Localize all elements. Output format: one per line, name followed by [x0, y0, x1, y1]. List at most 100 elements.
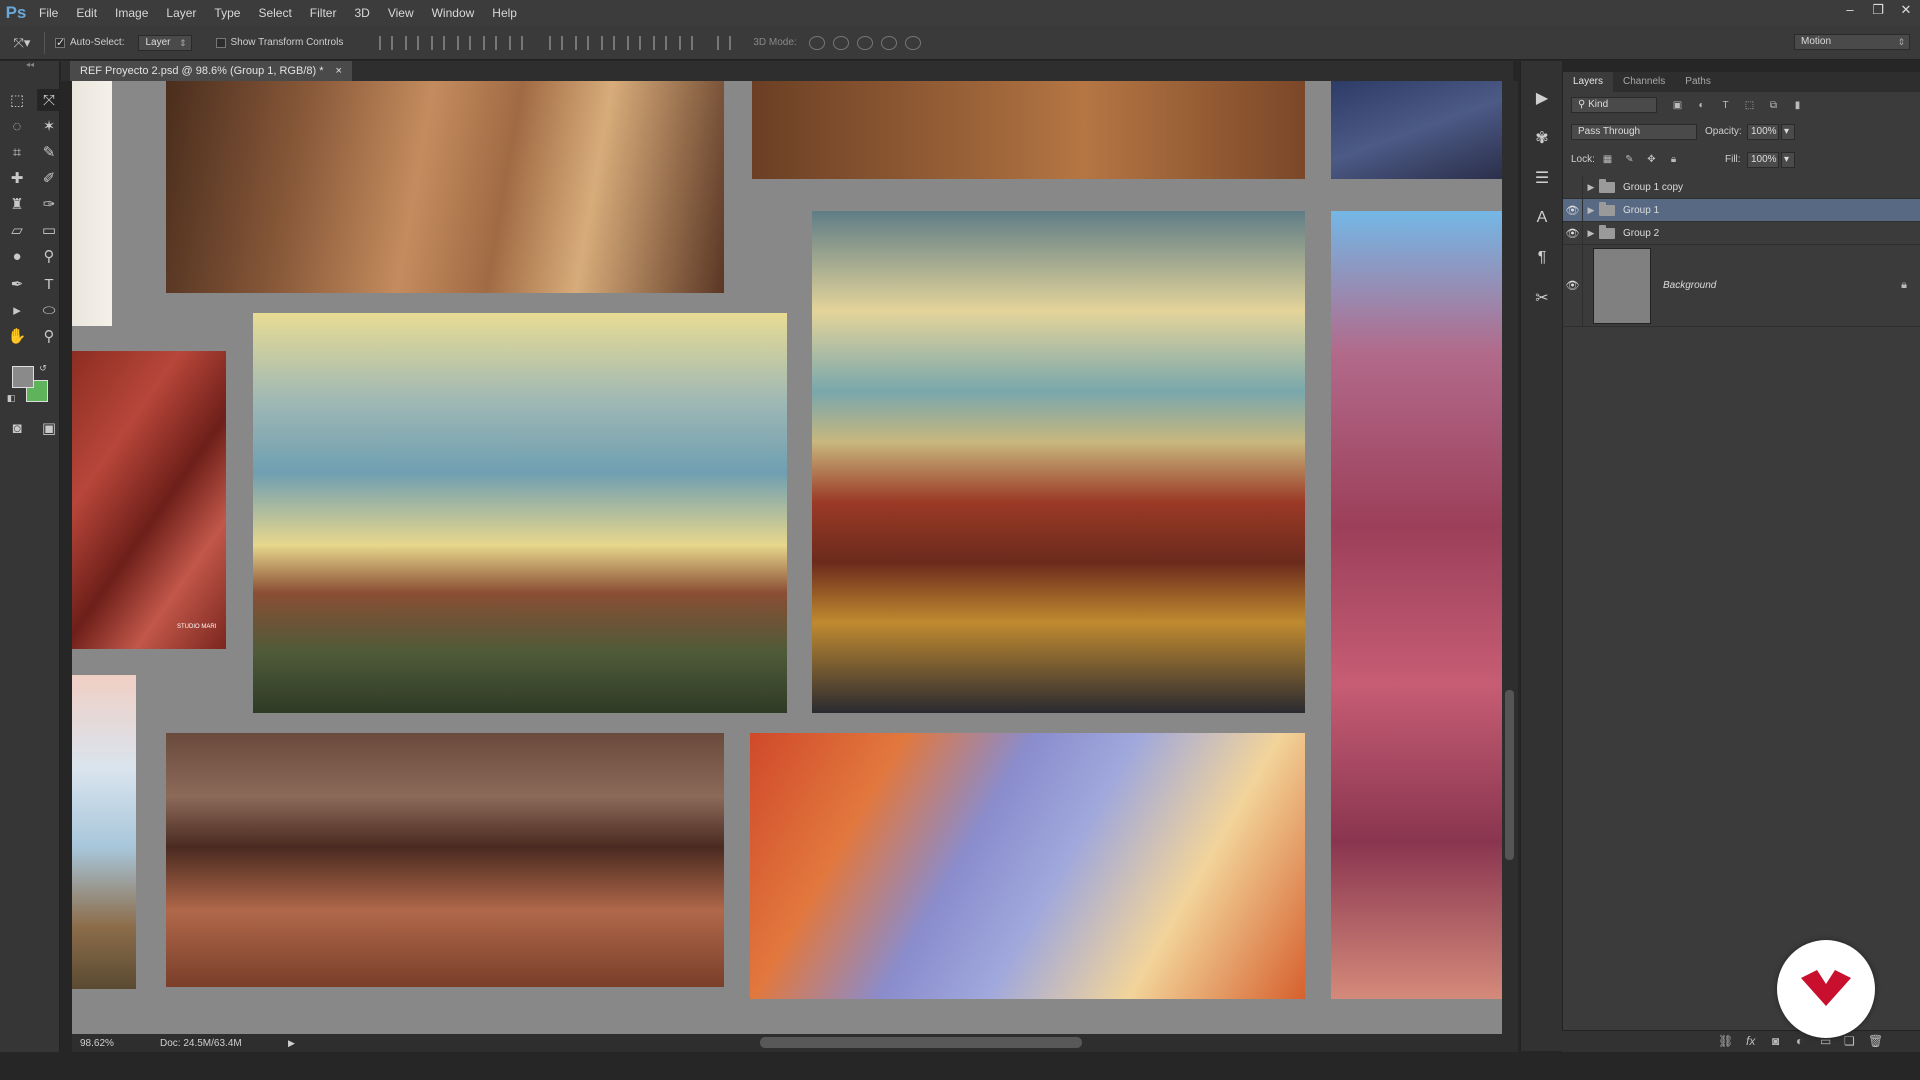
gradient-tool-icon[interactable]: ▭	[37, 219, 61, 241]
vertical-scroll-thumb[interactable]	[1505, 690, 1514, 860]
align-left-icon[interactable]	[457, 35, 472, 50]
auto-align-icon[interactable]	[717, 35, 732, 50]
menu-file[interactable]: File	[30, 0, 67, 26]
expand-arrow-icon[interactable]: ▶	[1583, 228, 1599, 239]
foreground-color-swatch-top[interactable]	[12, 366, 34, 388]
fill-stepper-icon[interactable]: ▾	[1781, 152, 1795, 168]
distribute-bottom-icon[interactable]	[601, 35, 616, 50]
crop-tool-icon[interactable]: ⌗	[5, 141, 29, 163]
align-hcenter-icon[interactable]	[483, 35, 498, 50]
tab-channels[interactable]: Channels	[1613, 72, 1675, 92]
brush-tool-icon[interactable]: ✐	[37, 167, 61, 189]
lasso-tool-icon[interactable]: ◌	[5, 115, 29, 137]
layer-filter-dropdown[interactable]: ⚲ Kind	[1571, 97, 1657, 113]
lock-position-icon[interactable]: ✥	[1645, 153, 1658, 166]
close-document-icon[interactable]: ×	[336, 61, 342, 81]
tab-paths[interactable]: Paths	[1675, 72, 1721, 92]
swap-colors-icon[interactable]: ↺	[36, 361, 50, 375]
align-vcenter-icon[interactable]	[405, 35, 420, 50]
eye-icon[interactable]: 👁︎	[1563, 244, 1583, 327]
filter-pixel-icon[interactable]: ▣	[1671, 99, 1684, 112]
align-top-icon[interactable]	[379, 35, 394, 50]
restore-button[interactable]: ❐	[1864, 0, 1892, 22]
menu-type[interactable]: Type	[205, 0, 249, 26]
canvas-area[interactable]: STUDIO MARI	[72, 81, 1502, 1034]
screen-mode-icon[interactable]: ▣	[37, 417, 61, 439]
tab-layers[interactable]: Layers	[1563, 72, 1614, 92]
eyedropper-icon[interactable]: ✎	[37, 141, 61, 163]
lock-all-icon[interactable]: 🔒︎	[1667, 153, 1680, 166]
hand-tool-icon[interactable]: ✋	[5, 325, 29, 347]
eye-icon[interactable]: 👁︎	[1563, 198, 1583, 222]
3d-roll-icon[interactable]	[832, 35, 849, 50]
distribute-vcenter-icon[interactable]	[575, 35, 590, 50]
horizontal-scroll-thumb[interactable]	[760, 1037, 1082, 1048]
close-window-button[interactable]: ✕	[1892, 0, 1920, 22]
healing-brush-icon[interactable]: ✚	[5, 167, 29, 189]
eraser-tool-icon[interactable]: ▱	[5, 219, 29, 241]
menu-help[interactable]: Help	[483, 0, 526, 26]
type-tool-icon[interactable]: T	[37, 273, 61, 295]
expand-arrow-icon[interactable]: ▶	[1583, 205, 1599, 216]
marquee-tool-icon[interactable]: ⬚	[5, 89, 29, 111]
minimize-button[interactable]: –	[1836, 0, 1864, 22]
blend-mode-dropdown[interactable]: Pass Through	[1571, 124, 1697, 140]
vertical-scrollbar[interactable]	[1502, 81, 1518, 1034]
align-right-icon[interactable]	[509, 35, 524, 50]
default-colors-icon[interactable]: ◧	[4, 391, 18, 405]
visibility-toggle-off[interactable]	[1563, 175, 1583, 199]
opacity-input[interactable]: 100%	[1747, 124, 1779, 140]
history-brush-icon[interactable]: ✑	[37, 193, 61, 215]
menu-layer[interactable]: Layer	[157, 0, 205, 26]
fill-input[interactable]: 100%	[1747, 152, 1779, 168]
filter-type-icon[interactable]: T	[1719, 99, 1732, 112]
play-icon[interactable]: ▶	[1529, 85, 1555, 111]
brush-presets-icon[interactable]: ✾	[1529, 125, 1555, 151]
filter-smart-object-icon[interactable]: ⧉	[1767, 99, 1780, 112]
opacity-stepper-icon[interactable]: ▾	[1781, 124, 1795, 140]
move-tool-preset-icon[interactable]: ⤧▾	[0, 35, 44, 51]
clone-stamp-icon[interactable]: ♜	[5, 193, 29, 215]
path-selection-icon[interactable]: ▸	[5, 299, 29, 321]
auto-select-checkbox[interactable]	[55, 36, 65, 49]
move-tool-icon[interactable]: ⤧	[37, 89, 61, 111]
quick-mask-icon[interactable]: ◙	[5, 417, 29, 439]
distribute-left-icon[interactable]	[627, 35, 642, 50]
3d-scale-icon[interactable]	[904, 35, 921, 50]
menu-3d[interactable]: 3D	[345, 0, 378, 26]
lock-pixels-icon[interactable]: ✎	[1623, 153, 1636, 166]
menu-edit[interactable]: Edit	[67, 0, 106, 26]
auto-select-dropdown[interactable]: Layer	[138, 34, 192, 51]
menu-filter[interactable]: Filter	[301, 0, 346, 26]
layer-row-group-1[interactable]: 👁︎ ▶ Group 1	[1563, 198, 1920, 222]
menu-view[interactable]: View	[379, 0, 423, 26]
blur-tool-icon[interactable]: ●	[5, 245, 29, 267]
layer-style-icon[interactable]: fx	[1746, 1034, 1755, 1048]
eye-icon[interactable]: 👁︎	[1563, 221, 1583, 245]
document-tab[interactable]: REF Proyecto 2.psd @ 98.6% (Group 1, RGB…	[70, 61, 352, 81]
zoom-level[interactable]: 98.62%	[72, 1038, 160, 1049]
lock-transparent-icon[interactable]: ▦	[1601, 153, 1614, 166]
distribute-right-icon[interactable]	[679, 35, 694, 50]
layer-row-group-2[interactable]: 👁︎ ▶ Group 2	[1563, 221, 1920, 245]
menu-image[interactable]: Image	[106, 0, 157, 26]
ellipse-tool-icon[interactable]: ⬭	[37, 299, 61, 321]
paragraph-icon[interactable]: ¶	[1529, 245, 1555, 271]
collapse-arrows-icon[interactable]: ◂◂	[0, 61, 60, 71]
workspace-dropdown[interactable]: Motion	[1794, 34, 1910, 50]
3d-pan-icon[interactable]	[856, 35, 873, 50]
layer-row-background[interactable]: 👁︎ Background 🔒︎	[1563, 244, 1920, 327]
align-bottom-icon[interactable]	[431, 35, 446, 50]
distribute-hcenter-icon[interactable]	[653, 35, 668, 50]
character-icon[interactable]: A	[1529, 205, 1555, 231]
menu-select[interactable]: Select	[249, 0, 300, 26]
link-layers-icon[interactable]: ⛓	[1718, 1034, 1733, 1048]
menu-window[interactable]: Window	[423, 0, 484, 26]
3d-rotate-icon[interactable]	[808, 35, 825, 50]
zoom-tool-icon[interactable]: ⚲	[37, 325, 61, 347]
filter-adjustment-icon[interactable]: ◐	[1695, 99, 1708, 112]
distribute-top-icon[interactable]	[549, 35, 564, 50]
pen-tool-icon[interactable]: ✒	[5, 273, 29, 295]
show-transform-checkbox[interactable]	[215, 37, 226, 48]
magic-wand-icon[interactable]: ✶	[37, 115, 61, 137]
